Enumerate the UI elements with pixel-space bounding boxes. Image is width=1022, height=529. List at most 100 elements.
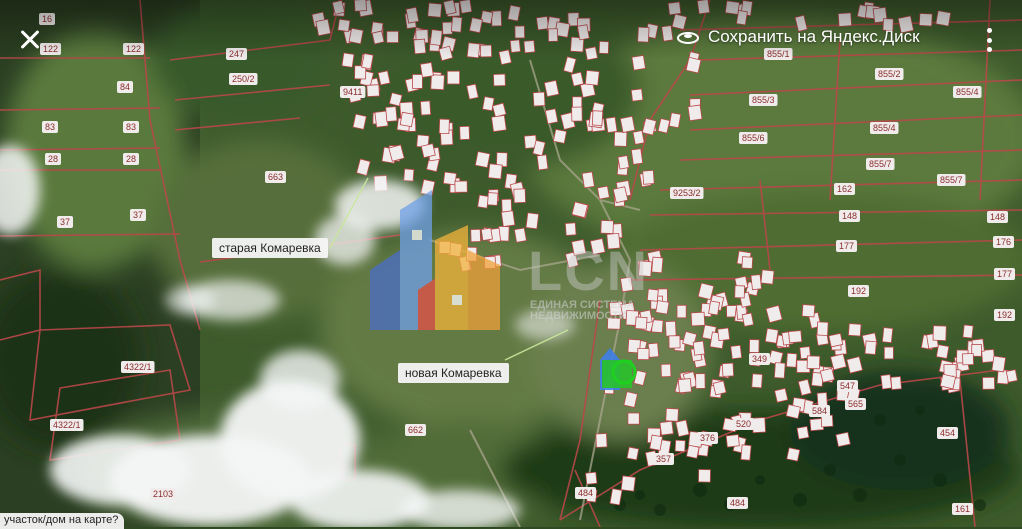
cadastral-plot (477, 194, 490, 209)
cadastral-plot (692, 340, 706, 356)
cadastral-plot (819, 367, 835, 383)
cadastral-plot (412, 74, 423, 89)
plot-number-label: 177 (839, 241, 854, 251)
cadastral-plot (655, 300, 670, 315)
plot-number-label: 162 (837, 184, 852, 194)
cadastral-plot (630, 148, 644, 165)
cadastral-plot (474, 151, 491, 169)
cadastral-plot (470, 228, 482, 243)
plot-number-label: 83 (45, 122, 55, 132)
cadastral-plot (698, 469, 711, 483)
plot-number-label: 4322/1 (53, 420, 81, 430)
cadastral-plot (962, 353, 974, 366)
cadastral-plot (619, 115, 636, 133)
cadastral-plot (430, 74, 445, 91)
cadastral-plot (637, 347, 650, 361)
plot-number-label: 484 (578, 488, 593, 498)
callout-old-komarevka: старая Комаревка (212, 238, 328, 258)
plot-number-label: 855/2 (878, 69, 901, 79)
cadastral-plot (491, 114, 507, 133)
cadastral-plot (991, 355, 1007, 373)
cadastral-plot (708, 300, 721, 316)
cadastral-plot (786, 352, 798, 368)
cadastral-plot (487, 163, 503, 180)
cadastral-plot (399, 111, 415, 128)
cadastral-plot (584, 69, 600, 86)
cadastral-plot (664, 320, 677, 337)
cadastral-plot (493, 73, 506, 87)
cadastral-plot (881, 327, 894, 344)
cadastral-plot (674, 439, 686, 453)
plot-number-label: 855/4 (873, 123, 896, 133)
cadastral-plot (609, 488, 623, 506)
cadastral-plot (651, 256, 664, 274)
cadastral-plot (442, 171, 457, 186)
cadastral-plot (712, 380, 727, 396)
cadastral-plot (446, 70, 460, 85)
cadastral-plot (695, 373, 706, 389)
plot-number-label: 2103 (153, 489, 173, 499)
cadastral-plot (668, 112, 682, 129)
cadastral-plot (626, 446, 640, 461)
cadastral-plot (420, 143, 436, 159)
cadastral-plot (848, 323, 862, 337)
plot-number-label: 4322/1 (124, 362, 152, 372)
cadastral-plot (774, 387, 789, 403)
plot-number-label: 547 (840, 381, 855, 391)
cadastral-plot (659, 420, 674, 436)
cadastral-plot (487, 192, 499, 206)
cadastral-plot (552, 128, 567, 144)
cadastral-plot (634, 316, 648, 330)
cadastral-plot (613, 131, 628, 147)
cadastral-plot (677, 378, 692, 394)
plot-number-label: 176 (996, 237, 1011, 247)
cadastral-plot (665, 407, 679, 422)
save-to-yandex-disk-button[interactable]: Сохранить на Яндекс.Диск (676, 27, 920, 47)
plot-number-label: 484 (730, 498, 745, 508)
cadastral-plot (816, 321, 829, 336)
plot-number-label: 454 (940, 428, 955, 438)
cadastral-plot (741, 312, 755, 327)
plot-number-label: 9253/2 (673, 188, 701, 198)
cadastral-plot (492, 102, 507, 118)
plot-number-label: 662 (408, 425, 423, 435)
cadastral-plot (482, 96, 495, 112)
cadastral-plot (403, 168, 415, 182)
cadastral-plot (734, 285, 746, 299)
plot-number-label: 83 (126, 122, 136, 132)
cadastral-plot (668, 335, 681, 349)
more-vertical-icon[interactable] (983, 28, 995, 52)
cadastral-plot (620, 475, 636, 492)
callout-new-komarevka: новая Комаревка (398, 363, 509, 383)
cadastral-plot (612, 186, 629, 204)
cadastral-plot (880, 374, 893, 390)
cadastral-plot (725, 434, 740, 448)
cadastral-plot (717, 327, 731, 342)
cadastral-plot (788, 330, 803, 344)
watermark-caption: ЕДИНАЯ СИСТЕМА НЕДВИЖИМОСТИ (530, 300, 635, 322)
cadastral-plot (617, 155, 630, 170)
cadastral-plot (835, 431, 851, 448)
plot-number-label: 565 (848, 399, 863, 409)
cadastral-plot (690, 311, 706, 327)
cadastral-plot (571, 201, 589, 219)
yandex-disk-icon (677, 32, 699, 44)
cadastral-plot (581, 171, 595, 189)
cadastral-plot (419, 62, 434, 78)
watermark-line-2: НЕДВИЖИМОСТИ (530, 310, 627, 322)
close-icon[interactable] (12, 22, 48, 58)
plot-number-label: 855/4 (956, 87, 979, 97)
satellite-map[interactable]: 1228483283716122832837247250/29411663432… (0, 0, 1022, 527)
cadastral-plot (962, 324, 974, 339)
plot-number-label: 161 (955, 504, 970, 514)
cadastral-plot (630, 88, 644, 102)
cadastral-plot (740, 444, 752, 461)
plot-number-label: 37 (133, 210, 143, 220)
cadastral-plot (796, 425, 810, 440)
cadastral-plot (536, 154, 549, 171)
plot-number-label: 855/7 (940, 175, 963, 185)
cadastral-plot (828, 332, 844, 348)
cadastral-plot (786, 447, 801, 462)
cadastral-plot (480, 227, 493, 241)
cadastral-plot (846, 356, 863, 374)
